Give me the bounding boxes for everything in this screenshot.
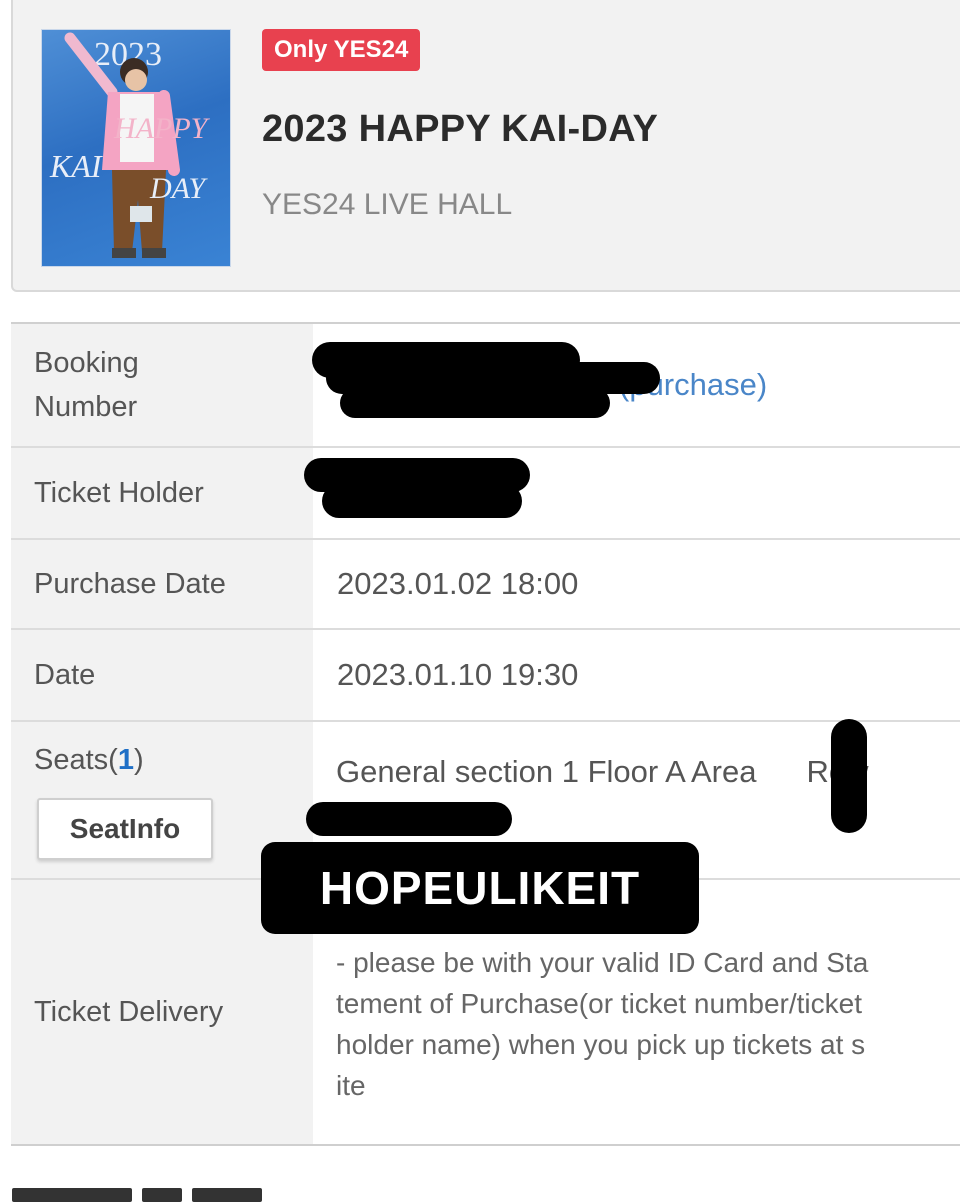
event-venue: YES24 LIVE HALL xyxy=(262,188,513,221)
seats-label-text: Seats( xyxy=(34,744,118,776)
event-date-value: 2023.01.10 19:30 xyxy=(337,657,579,692)
poster-happy: HAPPY xyxy=(114,112,208,145)
ticket-delivery-text: - please be with your valid ID Card and … xyxy=(336,947,869,1101)
seats-label: Seats(1) xyxy=(34,738,144,782)
event-poster[interactable]: 2023 HAPPY KAI DAY xyxy=(41,29,231,267)
redaction-seat-row xyxy=(306,802,512,836)
seats-label-close: ) xyxy=(133,744,144,776)
poster-day: DAY xyxy=(150,172,206,205)
poster-kai: KAI xyxy=(50,148,102,184)
seats-value-text: General section 1 Floor A Area xyxy=(336,754,757,789)
purchase-date-value: 2023.01.02 18:00 xyxy=(337,566,579,601)
redaction-seat-area xyxy=(831,719,867,833)
overlay-label: HOPEULIKEIT xyxy=(261,842,699,934)
ticket-holder-label: Ticket Holder xyxy=(11,448,313,538)
redaction-holder-2 xyxy=(322,484,522,518)
redaction-booking-3 xyxy=(340,388,610,418)
event-date-row: Date 2023.01.10 19:30 xyxy=(11,630,960,722)
seat-count: 1 xyxy=(117,744,134,776)
event-title[interactable]: 2023 HAPPY KAI-DAY xyxy=(262,108,658,151)
seats-value: General section 1 Floor A AreaRow xyxy=(336,754,868,790)
booking-info-table: Booking Number (purchase) Ticket Holder … xyxy=(11,322,960,1146)
purchase-date-row: Purchase Date 2023.01.02 18:00 xyxy=(11,540,960,630)
seat-info-button[interactable]: SeatInfo xyxy=(37,798,213,860)
booking-number-label: Booking Number xyxy=(11,324,313,446)
purchase-date-label: Purchase Date xyxy=(11,540,313,628)
event-date-label: Date xyxy=(11,630,313,720)
only-yes24-badge: Only YES24 xyxy=(262,29,421,71)
